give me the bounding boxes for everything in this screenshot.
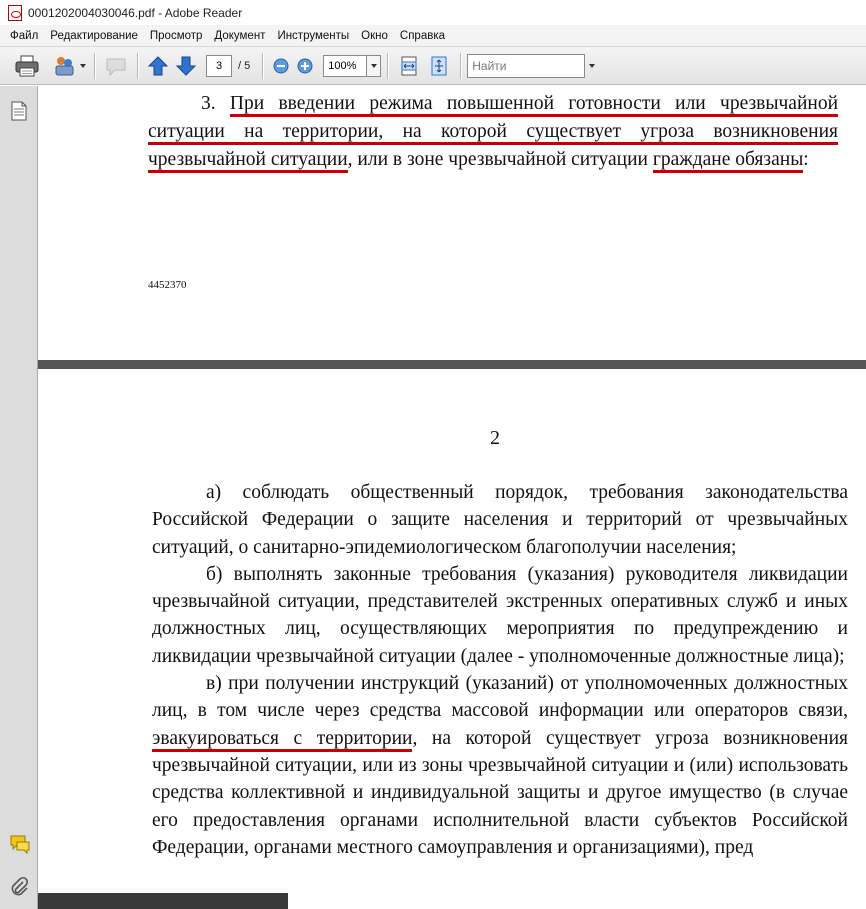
toolbar-divider xyxy=(94,52,95,79)
chevron-down-icon xyxy=(79,63,86,68)
toolbar-divider xyxy=(137,52,138,79)
pdf-file-icon xyxy=(8,4,22,21)
body-text: в) при получении инструкций (указаний) о… xyxy=(152,673,848,722)
zoom-level-input[interactable]: 100% xyxy=(323,54,368,77)
comment-button[interactable] xyxy=(101,52,131,80)
zoom-dropdown-button[interactable] xyxy=(367,54,382,77)
page-number: 2 xyxy=(490,427,500,449)
chevron-down-icon xyxy=(370,63,377,68)
zoom-out-icon xyxy=(273,58,289,73)
paragraph-c: в) при получении инструкций (указаний) о… xyxy=(152,670,848,861)
window-title: 0001202004030046.pdf - Adobe Reader xyxy=(28,5,243,20)
paragraph-a: а) соблюдать общественный порядок, требо… xyxy=(152,482,848,558)
previous-page-icon xyxy=(147,55,169,75)
highlighted-text: граждане обязаны xyxy=(652,149,804,173)
pdf-page: 2 а) соблюдать общественный порядок, тре… xyxy=(38,369,866,909)
zoom-in-icon xyxy=(297,58,313,73)
find-input[interactable]: Найти xyxy=(467,53,586,78)
comments-icon[interactable] xyxy=(9,834,31,854)
next-page-button[interactable] xyxy=(172,52,200,80)
zoom-in-button[interactable] xyxy=(293,52,317,80)
menu-file[interactable]: Файл xyxy=(4,30,44,42)
navigation-panel xyxy=(0,86,38,909)
page-total: / 5 xyxy=(238,59,251,72)
attachments-icon[interactable] xyxy=(9,876,29,898)
item-number: 3. xyxy=(201,93,216,114)
toolbar: 3 / 5 100% Найти xyxy=(0,47,866,85)
next-page-icon xyxy=(175,56,197,76)
menu-tools[interactable]: Инструменты xyxy=(271,30,355,42)
toolbar-divider xyxy=(460,52,462,79)
menu-view[interactable]: Просмотр xyxy=(144,30,209,42)
fit-width-button[interactable] xyxy=(394,52,424,80)
document-view[interactable]: 3. При введении режима повышенной готовн… xyxy=(38,86,866,909)
previous-page-button[interactable] xyxy=(144,52,172,80)
menu-help[interactable]: Справка xyxy=(394,30,451,42)
page-number-input[interactable]: 3 xyxy=(206,54,232,77)
menu-window[interactable]: Окно xyxy=(355,30,394,42)
paragraph: 3. При введении режима повышенной готовн… xyxy=(148,90,839,174)
toolbar-divider xyxy=(387,52,389,79)
share-button[interactable] xyxy=(50,52,88,80)
zoom-out-button[interactable] xyxy=(269,52,293,80)
print-icon xyxy=(15,55,39,76)
body-text: , или в зоне чрезвычайной ситуации xyxy=(347,149,648,170)
highlighted-text: эвакуироваться с территории xyxy=(152,727,413,752)
fit-page-button[interactable] xyxy=(424,52,454,80)
fit-width-icon xyxy=(401,56,417,75)
print-button[interactable] xyxy=(12,52,42,80)
paragraph-b: б) выполнять законные требования (указан… xyxy=(152,563,848,667)
document-code: 4452370 xyxy=(148,279,187,291)
body-text: : xyxy=(803,149,809,170)
menu-document[interactable]: Документ xyxy=(208,30,271,42)
title-bar: 0001202004030046.pdf - Adobe Reader xyxy=(0,0,866,25)
pdf-page: 3. При введении режима повышенной готовн… xyxy=(38,86,866,360)
toolbar-divider xyxy=(262,52,264,79)
page-body: а) соблюдать общественный порядок, требо… xyxy=(152,479,848,861)
share-icon xyxy=(55,56,73,75)
menu-bar: Файл Редактирование Просмотр Документ Ин… xyxy=(0,25,866,47)
menu-edit[interactable]: Редактирование xyxy=(44,30,144,42)
fit-page-icon xyxy=(431,56,447,75)
horizontal-scrollbar[interactable] xyxy=(38,893,288,909)
comment-icon xyxy=(106,58,126,76)
chevron-down-icon[interactable] xyxy=(589,63,596,68)
page-thumbnails-icon[interactable] xyxy=(9,100,29,122)
